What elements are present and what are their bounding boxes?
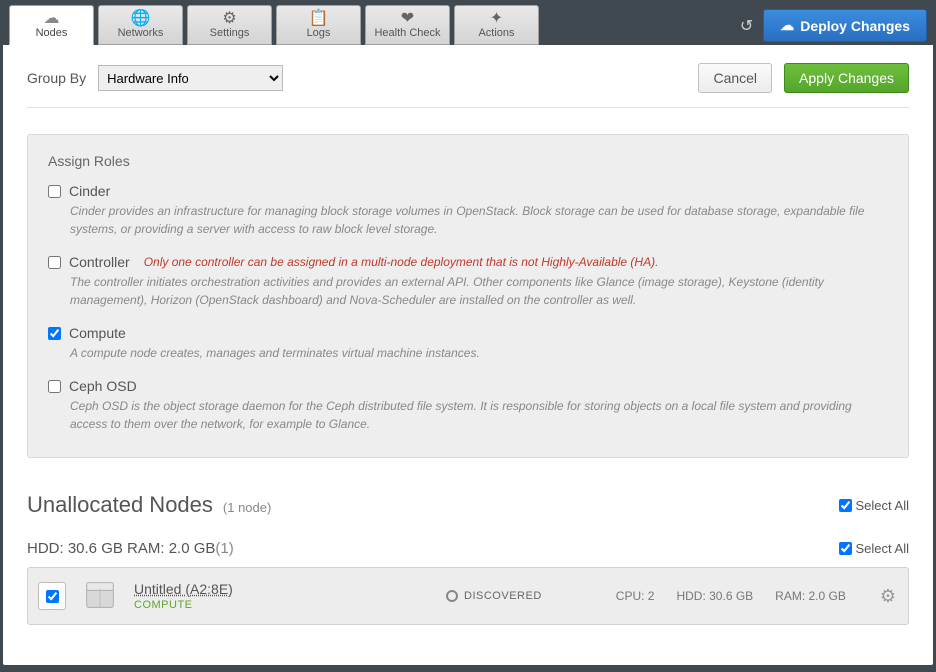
role-name: Compute: [69, 325, 126, 341]
node-name[interactable]: Untitled (A2:8E): [134, 581, 233, 597]
role-name: Cinder: [69, 183, 110, 199]
gear-icon: ⚙: [222, 11, 236, 27]
role-compute: Compute A compute node creates, manages …: [48, 325, 888, 362]
section-title: Unallocated Nodes: [27, 492, 213, 518]
role-compute-checkbox[interactable]: [48, 327, 61, 340]
role-controller-checkbox[interactable]: [48, 256, 61, 269]
tab-logs[interactable]: 📋Logs: [276, 5, 361, 45]
node-role-tag: COMPUTE: [134, 599, 233, 611]
deploy-changes-button[interactable]: ☁ Deploy Changes: [763, 9, 927, 42]
tab-label: Actions: [478, 27, 514, 39]
clipboard-icon: 📋: [309, 11, 329, 27]
history-icon[interactable]: ↺: [740, 16, 753, 36]
tab-label: Logs: [307, 27, 331, 39]
group-count: (1): [215, 540, 233, 557]
role-controller: Controller Only one controller can be as…: [48, 254, 888, 309]
role-ceph-osd-checkbox[interactable]: [48, 380, 61, 393]
select-all-section[interactable]: Select All: [839, 498, 909, 513]
role-cinder-checkbox[interactable]: [48, 185, 61, 198]
group-by-label: Group By: [27, 70, 86, 86]
tab-settings[interactable]: ⚙Settings: [187, 5, 272, 45]
assign-roles-panel: Assign Roles Cinder Cinder provides an i…: [27, 134, 909, 458]
tab-networks[interactable]: 🌐Networks: [98, 5, 183, 45]
cancel-button[interactable]: Cancel: [698, 63, 772, 93]
role-ceph-osd: Ceph OSD Ceph OSD is the object storage …: [48, 378, 888, 433]
role-name: Controller: [69, 254, 130, 270]
section-count: (1 node): [223, 500, 271, 515]
group-title: HDD: 30.6 GB RAM: 2.0 GB: [27, 540, 215, 557]
select-all-group[interactable]: Select All: [839, 541, 909, 556]
globe-icon: 🌐: [131, 11, 151, 27]
group-by-select[interactable]: Hardware Info: [98, 65, 283, 91]
assign-roles-heading: Assign Roles: [48, 153, 888, 169]
apply-changes-button[interactable]: Apply Changes: [784, 63, 909, 93]
tab-health-check[interactable]: ❤Health Check: [365, 5, 450, 45]
main-tabs: ☁Nodes 🌐Networks ⚙Settings 📋Logs ❤Health…: [9, 3, 539, 45]
node-checkbox-wrap[interactable]: [38, 582, 66, 610]
role-cinder: Cinder Cinder provides an infrastructure…: [48, 183, 888, 238]
deploy-label: Deploy Changes: [800, 18, 910, 34]
node-hdd: HDD: 30.6 GB: [676, 589, 753, 603]
node-settings-gear-icon[interactable]: ⚙: [880, 586, 896, 607]
heartbeat-icon: ❤: [401, 11, 414, 27]
cloud-upload-icon: ☁: [780, 17, 794, 34]
status-ring-icon: [446, 590, 458, 602]
tab-actions[interactable]: ✦Actions: [454, 5, 539, 45]
actions-icon: ✦: [490, 11, 503, 27]
tab-label: Networks: [118, 27, 164, 39]
node-checkbox[interactable]: [46, 590, 59, 603]
node-row[interactable]: Untitled (A2:8E) COMPUTE DISCOVERED CPU:…: [27, 567, 909, 625]
node-ram: RAM: 2.0 GB: [775, 589, 846, 603]
tab-nodes[interactable]: ☁Nodes: [9, 5, 94, 45]
select-all-section-checkbox[interactable]: [839, 499, 852, 512]
node-cpu: CPU: 2: [616, 589, 655, 603]
select-all-group-checkbox[interactable]: [839, 542, 852, 555]
role-desc: Ceph OSD is the object storage daemon fo…: [70, 397, 888, 433]
node-type-icon: [80, 576, 120, 616]
role-desc: A compute node creates, manages and term…: [70, 344, 888, 362]
role-desc: Cinder provides an infrastructure for ma…: [70, 202, 888, 238]
cloud-icon: ☁: [44, 11, 60, 27]
tab-label: Nodes: [36, 27, 68, 39]
role-warning: Only one controller can be assigned in a…: [144, 255, 659, 269]
role-name: Ceph OSD: [69, 378, 137, 394]
tab-label: Health Check: [374, 27, 440, 39]
role-desc: The controller initiates orchestration a…: [70, 273, 888, 309]
node-status: DISCOVERED: [446, 576, 542, 616]
tab-label: Settings: [210, 27, 250, 39]
